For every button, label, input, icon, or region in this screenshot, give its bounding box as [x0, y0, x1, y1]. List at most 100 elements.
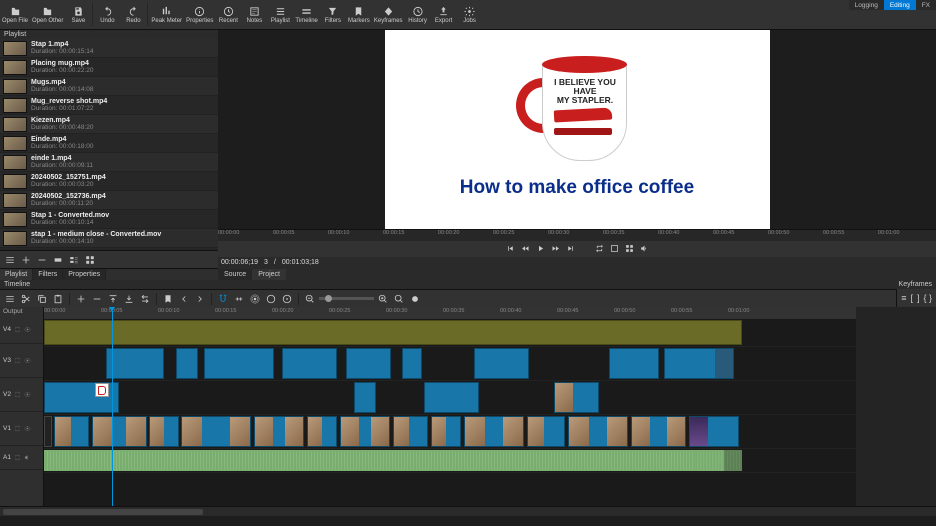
filters-button[interactable]: Filters: [320, 0, 346, 29]
clip[interactable]: [393, 416, 428, 447]
clip[interactable]: [106, 348, 164, 379]
track-a1[interactable]: [44, 449, 856, 473]
track-head-v3[interactable]: V3: [0, 344, 43, 378]
audio-clip[interactable]: [694, 450, 742, 471]
clip[interactable]: [424, 382, 479, 413]
tab-fx[interactable]: FX: [916, 0, 936, 10]
current-timecode[interactable]: 00:00:06;19: [221, 259, 258, 266]
pl-detail-button[interactable]: [67, 253, 80, 266]
export-button[interactable]: Export: [431, 0, 457, 29]
playlist-item[interactable]: Stap 1.mp4Duration: 00:00:15:14: [0, 39, 218, 58]
clip-title[interactable]: [44, 382, 119, 413]
notes-button[interactable]: Notes: [241, 0, 267, 29]
tl-zoom-out-button[interactable]: [303, 292, 317, 306]
clip[interactable]: [176, 348, 198, 379]
clip[interactable]: [689, 416, 739, 447]
tl-remove-button[interactable]: [90, 292, 104, 306]
undo-button[interactable]: Undo: [94, 0, 120, 29]
tl-cut-button[interactable]: [19, 292, 33, 306]
skip-next-button[interactable]: [566, 244, 575, 255]
playlist-item[interactable]: Mugs.mp4Duration: 00:00:14:08: [0, 77, 218, 96]
keyframes-button[interactable]: Keyframes: [372, 0, 405, 29]
tl-zoom-in-button[interactable]: [376, 292, 390, 306]
clip[interactable]: [54, 416, 89, 447]
playlist-item[interactable]: einde 1.mp4Duration: 00:00:09:11: [0, 153, 218, 172]
tl-paste-button[interactable]: [51, 292, 65, 306]
tl-prev-marker-button[interactable]: [177, 292, 191, 306]
clip[interactable]: [464, 416, 524, 447]
tl-zoom-fit-button[interactable]: [392, 292, 406, 306]
tl-overwrite-button[interactable]: [122, 292, 136, 306]
tab-editing[interactable]: Editing: [884, 0, 916, 10]
track-head-v2[interactable]: V2: [0, 378, 43, 412]
pl-tab-filters[interactable]: Filters: [33, 269, 63, 280]
kf-out-icon[interactable]: ]: [917, 293, 920, 303]
pl-tab-playlist[interactable]: Playlist: [0, 269, 33, 280]
redo-button[interactable]: Redo: [120, 0, 146, 29]
playlist-item[interactable]: Mug_reverse shot.mp4Duration: 00:01:07:2…: [0, 96, 218, 115]
clip[interactable]: [568, 416, 628, 447]
jobs-button[interactable]: Jobs: [457, 0, 483, 29]
skip-prev-button[interactable]: [506, 244, 515, 255]
clip[interactable]: [44, 416, 52, 447]
playlist-item[interactable]: Placing mug.mp4Duration: 00:00:22:20: [0, 58, 218, 77]
pl-tab-properties[interactable]: Properties: [63, 269, 106, 280]
playlist-item[interactable]: Kiezen.mp4Duration: 00:00:48:20: [0, 115, 218, 134]
tab-logging[interactable]: Logging: [849, 0, 884, 10]
tl-marker-button[interactable]: [161, 292, 175, 306]
clip[interactable]: [631, 416, 686, 447]
peak-meter-button[interactable]: Peak Meter: [149, 0, 184, 29]
loop-button[interactable]: [595, 244, 604, 255]
tl-split-button[interactable]: [138, 292, 152, 306]
recent-button[interactable]: Recent: [215, 0, 241, 29]
timeline-scrollbar[interactable]: [0, 506, 936, 516]
clip[interactable]: [609, 348, 659, 379]
clip[interactable]: [354, 382, 376, 413]
track-v4[interactable]: [44, 319, 856, 347]
grid-button[interactable]: [625, 244, 634, 255]
playlist-item[interactable]: 20240502_152736.mp4Duration: 00:00:11:20: [0, 191, 218, 210]
tl-copy-button[interactable]: [35, 292, 49, 306]
pl-clip-button[interactable]: [51, 253, 64, 266]
tl-zoom-slider[interactable]: [319, 297, 374, 300]
playlist-item[interactable]: Einde.mp4Duration: 00:00:18:00: [0, 134, 218, 153]
properties-button[interactable]: Properties: [184, 0, 215, 29]
clip[interactable]: [149, 416, 179, 447]
forward-button[interactable]: [551, 244, 560, 255]
volume-button[interactable]: [640, 244, 649, 255]
markers-button[interactable]: Markers: [346, 0, 372, 29]
clip[interactable]: [254, 416, 304, 447]
tl-record-button[interactable]: [408, 292, 422, 306]
clip[interactable]: [307, 416, 337, 447]
open-file-button[interactable]: Open File: [0, 0, 30, 29]
tl-ripple-markers-button[interactable]: [280, 292, 294, 306]
track-v1[interactable]: [44, 415, 856, 449]
clip[interactable]: [431, 416, 461, 447]
clip[interactable]: [664, 348, 734, 379]
pl-add-button[interactable]: [19, 253, 32, 266]
playlist-item[interactable]: 20240502_152751.mp4Duration: 00:00:03:20: [0, 172, 218, 191]
track-head-a1[interactable]: A1: [0, 446, 43, 470]
track-v3[interactable]: [44, 347, 856, 381]
history-button[interactable]: History: [405, 0, 431, 29]
open-other-button[interactable]: Open Other: [30, 0, 65, 29]
pl-menu-button[interactable]: [3, 253, 16, 266]
playlist-button[interactable]: Playlist: [267, 0, 293, 29]
kf-menu-icon[interactable]: ≡: [901, 293, 906, 303]
clip[interactable]: [346, 348, 391, 379]
track-head-v1[interactable]: V1: [0, 412, 43, 446]
save-button[interactable]: Save: [65, 0, 91, 29]
tab-project[interactable]: Project: [252, 269, 286, 280]
kf-set-icon[interactable]: { }: [923, 293, 932, 303]
clip[interactable]: [92, 416, 147, 447]
timeline-ruler[interactable]: 00:00:0000:00:0500:00:1000:00:1500:00:20…: [44, 307, 856, 319]
tl-next-marker-button[interactable]: [193, 292, 207, 306]
tl-append-button[interactable]: [74, 292, 88, 306]
kf-in-icon[interactable]: [: [910, 293, 913, 303]
tl-snap-button[interactable]: [216, 292, 230, 306]
tl-menu-button[interactable]: [3, 292, 17, 306]
preview-ruler[interactable]: 00:00:0000:00:0500:00:1000:00:1500:00:20…: [218, 229, 936, 241]
tl-ripple-button[interactable]: [248, 292, 262, 306]
clip[interactable]: [181, 416, 251, 447]
playhead[interactable]: [112, 307, 113, 506]
